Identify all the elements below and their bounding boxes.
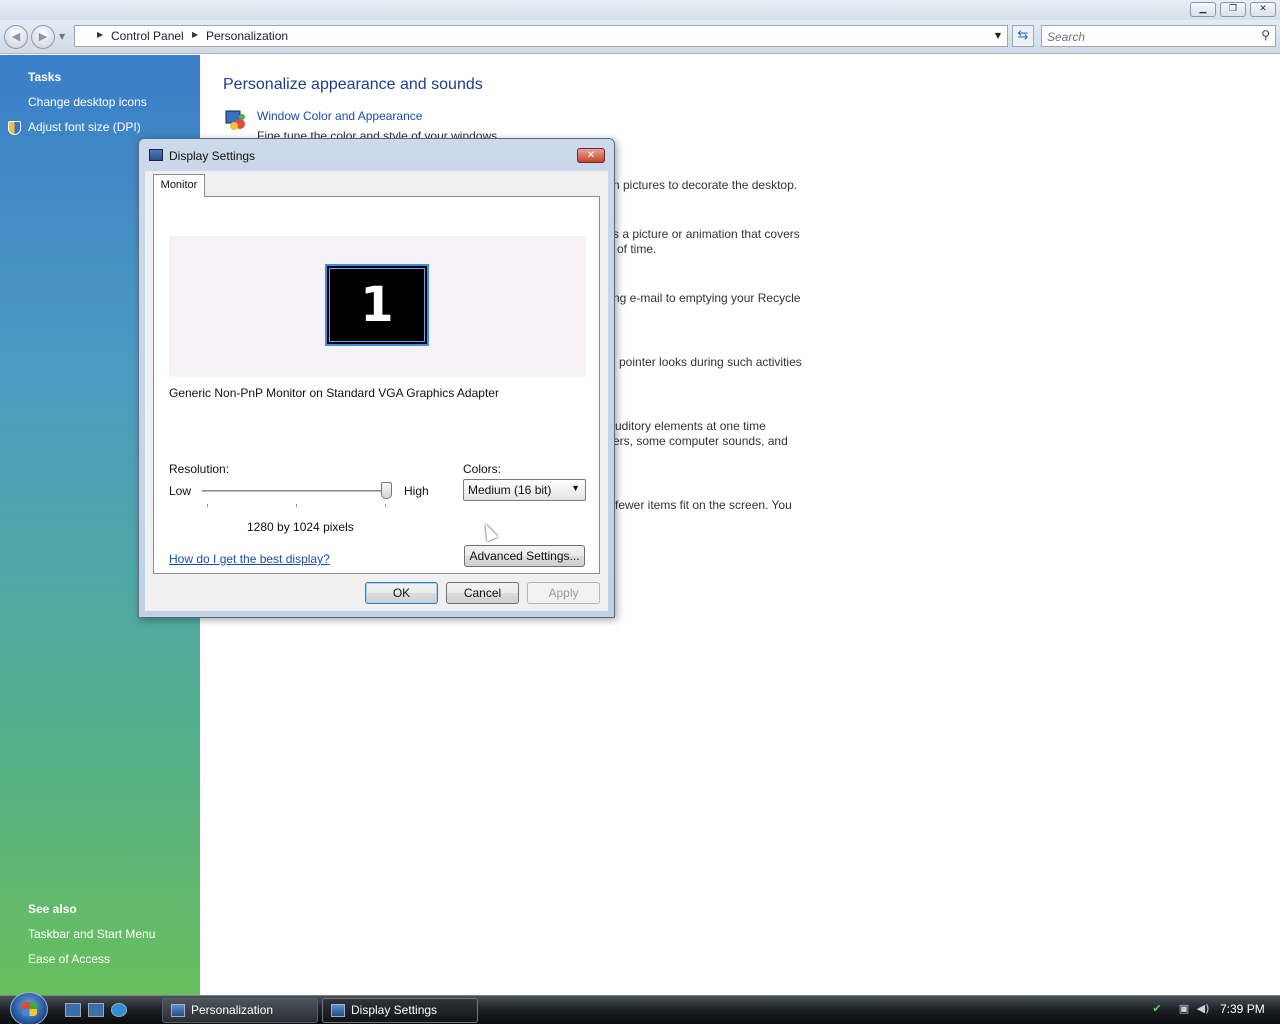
see-also-heading: See also	[28, 902, 77, 916]
breadcrumb-control-panel[interactable]: Control Panel	[111, 29, 184, 43]
page-title: Personalize appearance and sounds	[223, 76, 483, 93]
colors-selected-value: Medium (16 bit)	[468, 483, 552, 497]
address-dropdown-icon[interactable]: ▼	[995, 31, 1001, 40]
recent-pages-chevron-icon[interactable]: ▼	[59, 32, 65, 41]
resolution-low-label: Low	[169, 484, 192, 498]
cancel-button[interactable]: Cancel	[446, 582, 519, 604]
dialog-close-button[interactable]: ✕	[577, 148, 605, 163]
show-desktop-icon[interactable]	[65, 1003, 81, 1017]
refresh-button[interactable]: ⇆	[1012, 25, 1034, 47]
window-color-appearance-link[interactable]: Window Color and Appearance	[257, 109, 422, 123]
taskbar-button-label: Personalization	[191, 1003, 274, 1017]
forward-button[interactable]: ▶	[31, 25, 55, 49]
dialog-body: Monitor 1 Generic Non-PnP Monitor on Sta…	[145, 171, 608, 611]
start-button[interactable]	[10, 992, 48, 1024]
uac-shield-icon	[8, 121, 21, 135]
item-description: ng e-mail to emptying your Recycle	[613, 291, 801, 305]
clock[interactable]: 7:39 PM	[1220, 1002, 1265, 1016]
taskbar-start-menu-link[interactable]: Taskbar and Start Menu	[28, 927, 155, 941]
item-description: pointer looks during such activities	[619, 355, 802, 369]
ok-button[interactable]: OK	[365, 582, 438, 604]
slider-tick	[296, 504, 297, 507]
taskbar-button-personalization[interactable]: Personalization	[162, 998, 318, 1023]
monitor-1-box[interactable]: 1	[325, 264, 429, 346]
taskbar: Personalization Display Settings ✔ ▣ ◀) …	[0, 992, 1280, 1024]
adjust-font-size-link[interactable]: Adjust font size (DPI)	[28, 120, 141, 134]
windows-logo-icon	[22, 1002, 37, 1016]
taskbar-button-label: Display Settings	[351, 1003, 438, 1017]
item-description: of time.	[617, 242, 657, 256]
search-box[interactable]: ⚲	[1041, 25, 1276, 47]
chevron-down-icon: ▼	[571, 483, 580, 493]
breadcrumb-arrow-icon[interactable]: ▶	[97, 30, 103, 39]
breadcrumb-personalization[interactable]: Personalization	[206, 29, 288, 43]
ease-of-access-link[interactable]: Ease of Access	[28, 952, 110, 966]
apply-button[interactable]: Apply	[527, 582, 600, 604]
search-icon[interactable]: ⚲	[1261, 28, 1270, 42]
monitor-description: Generic Non-PnP Monitor on Standard VGA …	[169, 386, 499, 400]
slider-tick	[385, 504, 386, 507]
best-display-help-link[interactable]: How do I get the best display?	[169, 552, 330, 566]
taskbar-button-display-settings[interactable]: Display Settings	[322, 998, 478, 1023]
change-desktop-icons-link[interactable]: Change desktop icons	[28, 95, 147, 109]
close-window-button[interactable]: ✕	[1250, 2, 1276, 17]
back-button[interactable]: ◀	[4, 25, 28, 49]
switch-windows-icon[interactable]	[88, 1003, 104, 1017]
security-tray-icon[interactable]: ✔	[1150, 1002, 1164, 1016]
navigation-bar: ◀ ▶ ▼ ▶ Control Panel ▶ Personalization …	[0, 20, 1280, 54]
volume-tray-icon[interactable]: ◀)	[1196, 1002, 1210, 1016]
display-settings-icon	[331, 1004, 345, 1017]
item-description: uditory elements at one time	[615, 419, 766, 433]
slider-tick	[207, 504, 208, 507]
resolution-label: Resolution:	[169, 462, 230, 476]
monitor-tab-panel: 1 Generic Non-PnP Monitor on Standard VG…	[153, 196, 600, 574]
tab-monitor[interactable]: Monitor	[153, 174, 205, 197]
colors-dropdown[interactable]: Medium (16 bit) ▼	[463, 479, 586, 501]
explorer-titlebar: ▁ ❐ ✕	[0, 0, 1280, 20]
item-description: ers, some computer sounds, and	[613, 434, 788, 448]
display-settings-dialog: Display Settings ✕ Monitor 1 Generic Non…	[138, 138, 615, 618]
refresh-icon: ⇆	[1017, 28, 1029, 43]
resolution-slider-thumb[interactable]	[381, 482, 392, 499]
item-description: n pictures to decorate the desktop.	[613, 178, 798, 192]
dialog-title: Display Settings	[169, 149, 256, 163]
resolution-value: 1280 by 1024 pixels	[247, 520, 354, 534]
personalization-icon	[171, 1004, 185, 1017]
resolution-slider-track[interactable]	[202, 490, 392, 492]
display-settings-icon	[149, 149, 163, 161]
internet-explorer-icon[interactable]	[111, 1003, 127, 1017]
breadcrumb-arrow-icon[interactable]: ▶	[192, 30, 198, 39]
close-icon: ✕	[586, 150, 596, 161]
monitor-arrangement-area: 1	[169, 236, 586, 377]
advanced-settings-button[interactable]: Advanced Settings...	[464, 545, 585, 567]
resolution-high-label: High	[404, 484, 429, 498]
minimize-button[interactable]: ▁	[1190, 2, 1216, 17]
item-description: fewer items fit on the screen. You	[615, 498, 792, 512]
colors-label: Colors:	[463, 462, 502, 476]
network-tray-icon[interactable]: ▣	[1177, 1002, 1191, 1016]
address-bar[interactable]: ▶ Control Panel ▶ Personalization ▼	[74, 25, 1008, 47]
monitor-number: 1	[329, 268, 425, 342]
search-input[interactable]	[1047, 28, 1247, 46]
tasks-heading: Tasks	[28, 70, 62, 84]
restore-button[interactable]: ❐	[1220, 2, 1246, 17]
item-description: s a picture or animation that covers	[613, 227, 800, 241]
window-color-icon	[225, 110, 245, 130]
